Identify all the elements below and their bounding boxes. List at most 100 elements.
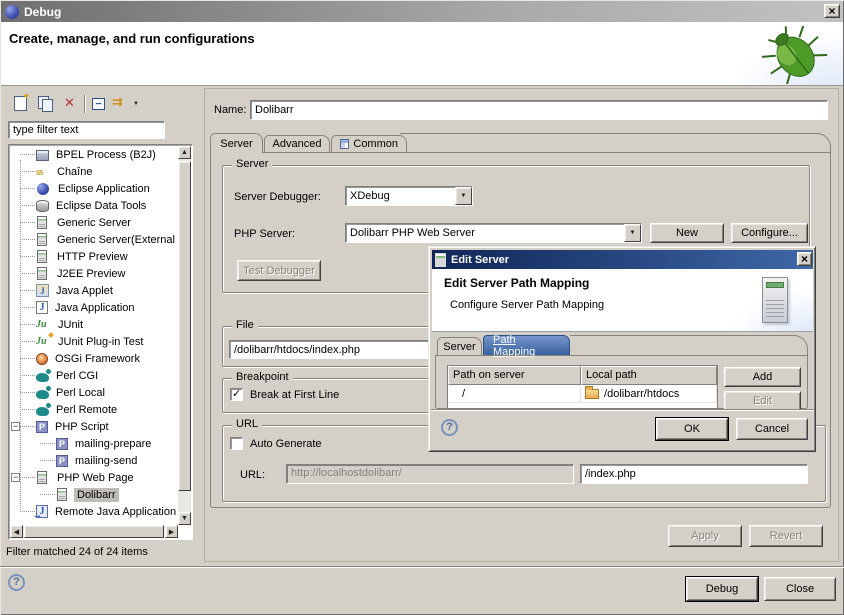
tree-item-label: Perl CGI [53,369,101,383]
path-mapping-table[interactable]: Path on server Local path //dolibarr/htd… [447,365,718,409]
close-button[interactable]: Close [764,577,836,601]
dialog-close-button[interactable]: × [797,252,812,266]
tree-item[interactable]: BPEL Process (B2J) [10,146,178,163]
tree-item-label: J2EE Preview [54,267,128,281]
tree-item-label: BPEL Process (B2J) [53,148,159,162]
tree-item[interactable]: Remote Java Application [10,503,178,520]
tree-item-label: JUnit Plug-in Test [55,335,146,349]
test-debugger-button[interactable]: Test Debugger [237,260,321,281]
dialog-help-icon[interactable]: ? [441,419,458,436]
scroll-up-icon[interactable]: ▲ [178,146,191,159]
edit-button[interactable]: Edit [724,391,801,411]
dialog-tab-server[interactable]: Server [437,337,482,355]
database-icon [36,200,49,212]
chaine-icon [36,165,50,179]
php-server-combo[interactable]: Dolibarr PHP Web Server ▼ [345,223,642,243]
tree-item[interactable]: JUnit Plug-in Test [10,333,178,350]
auto-generate-checkbox[interactable] [230,437,243,450]
table-row[interactable]: //dolibarr/htdocs [448,385,717,403]
tab-advanced[interactable]: Advanced [264,135,330,152]
tree-item[interactable]: Generic Server(External La [10,231,178,248]
type-filter-input[interactable] [8,121,165,139]
dialog-tab-path-mapping[interactable]: Path Mapping [483,335,570,355]
duplicate-icon[interactable] [38,96,53,111]
chevron-down-icon[interactable]: ▼ [455,187,472,205]
name-input[interactable] [250,100,828,120]
server-tower-icon [762,277,788,323]
tab-common-label: Common [353,138,398,150]
hscroll-thumb[interactable] [24,525,164,538]
add-button[interactable]: Add [724,367,801,387]
tree-item[interactable]: Perl Remote [10,401,178,418]
tree-item[interactable]: Eclipse Data Tools [10,197,178,214]
page-title: Create, manage, and run configurations [9,31,255,46]
url-path-input[interactable] [580,464,808,484]
vscroll-thumb[interactable] [178,161,191,491]
tab-server[interactable]: Server [210,133,263,153]
tree-item[interactable]: mailing-prepare [10,435,178,452]
tree-item[interactable]: Java Application [10,299,178,316]
filter-icon[interactable]: ⇉ [112,95,123,110]
ok-button[interactable]: OK [656,418,728,440]
tree-hscrollbar[interactable]: ◀ ▶ [10,525,178,538]
tree-item[interactable]: Dolibarr [10,486,178,503]
collapse-all-icon[interactable]: − [92,98,105,110]
debug-window: Debug × Create, manage, and run configur… [0,0,844,615]
new-server-button[interactable]: New [650,223,724,243]
dialog-tab-folder-curve [570,335,808,355]
tree-item[interactable]: Java Applet [10,282,178,299]
configure-button[interactable]: Configure... [731,223,808,243]
debug-bug-icon [762,26,828,84]
break-at-first-line-checkbox[interactable] [230,388,243,401]
col-local-path[interactable]: Local path [581,366,717,385]
col-path-on-server[interactable]: Path on server [448,366,581,385]
eclipse-app-icon [5,5,19,19]
help-icon[interactable]: ? [8,574,25,591]
bpel-process-icon [36,150,49,161]
server-debugger-label: Server Debugger: [234,191,321,203]
tree-item-label: Eclipse Data Tools [53,199,149,213]
server-group-label: Server [232,158,272,170]
php-server-value: Dolibarr PHP Web Server [346,227,624,239]
tree-item[interactable]: OSGi Framework [10,350,178,367]
debug-button[interactable]: Debug [686,577,758,601]
delete-icon[interactable]: ✕ [64,96,75,111]
perl-icon [36,390,49,399]
tree-item[interactable]: J2EE Preview [10,265,178,282]
table-header-row: Path on server Local path [448,366,717,385]
auto-generate-label: Auto Generate [250,438,322,450]
tree-item[interactable]: Perl CGI [10,367,178,384]
new-config-icon[interactable] [14,96,27,111]
apply-button[interactable]: Apply [668,525,742,547]
scroll-down-icon[interactable]: ▼ [178,512,191,525]
window-title: Debug [24,5,61,19]
window-titlebar[interactable]: Debug [1,1,843,22]
collapse-expander-icon[interactable]: − [11,473,20,482]
config-tree-panel: BPEL Process (B2J)ChaîneEclipse Applicat… [8,144,193,540]
chevron-down-icon[interactable]: ▼ [624,224,641,242]
tree-item[interactable]: JUnit [10,316,178,333]
tree-item[interactable]: HTTP Preview [10,248,178,265]
dialog-heading: Edit Server Path Mapping [444,276,589,290]
tree-item[interactable]: Chaîne [10,163,178,180]
tree-vscrollbar[interactable]: ▲ ▼ [178,146,191,525]
cancel-button[interactable]: Cancel [736,418,808,440]
revert-button[interactable]: Revert [749,525,823,547]
tree-item[interactable]: −PHP Script [10,418,178,435]
menu-dropdown-icon[interactable]: ▼ [133,101,139,107]
scroll-right-icon[interactable]: ▶ [165,525,178,538]
collapse-expander-icon[interactable]: − [11,422,20,431]
tree-item[interactable]: Generic Server [10,214,178,231]
scroll-left-icon[interactable]: ◀ [10,525,23,538]
edit-server-dialog: Edit Server × Edit Server Path Mapping C… [428,246,816,452]
tree-item[interactable]: −PHP Web Page [10,469,178,486]
tree-item[interactable]: Perl Local [10,384,178,401]
dialog-titlebar[interactable]: Edit Server [432,250,813,269]
tree-item[interactable]: Eclipse Application [10,180,178,197]
perl-icon [36,407,49,416]
tree-item[interactable]: mailing-send [10,452,178,469]
tree-item-label: Perl Local [53,386,108,400]
window-close-button[interactable]: × [824,4,840,18]
server-debugger-combo[interactable]: XDebug ▼ [345,186,473,206]
tab-common[interactable]: Common [331,135,407,152]
